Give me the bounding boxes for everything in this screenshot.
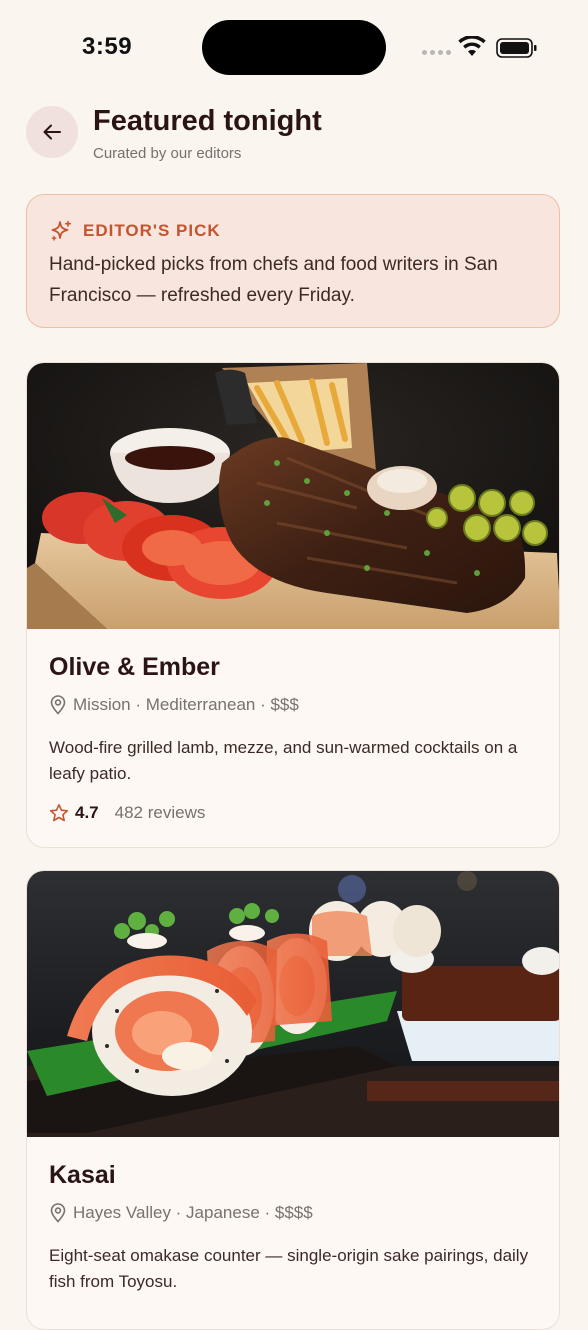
page-title: Featured tonight [93, 105, 322, 137]
editors-pick-banner: EDITOR'S PICK Hand-picked picks from che… [26, 194, 560, 328]
battery-icon [496, 38, 537, 58]
restaurant-meta: Mission · Mediterranean · $$$ [49, 695, 299, 715]
wifi-icon [458, 36, 486, 56]
banner-label-row: EDITOR'S PICK [49, 219, 221, 243]
map-pin-icon [50, 1203, 66, 1223]
restaurant-meta: Hayes Valley · Japanese · $$$$ [49, 1203, 313, 1223]
restaurant-card[interactable]: Kasai Hayes Valley · Japanese · $$$$ Eig… [26, 870, 560, 1330]
restaurant-photo [27, 363, 559, 629]
back-button[interactable] [26, 106, 78, 158]
review-count: 482 reviews [114, 803, 206, 822]
sparkle-icon [51, 220, 71, 241]
banner-label: EDITOR'S PICK [83, 221, 221, 240]
cellular-signal-icon [422, 50, 451, 55]
page-header: Featured tonight Curated by our editors [0, 100, 588, 170]
status-icons [420, 36, 540, 60]
restaurant-rating: 4.7 482 reviews [49, 803, 205, 823]
restaurant-meta-text: Hayes Valley · Japanese · $$$$ [73, 1203, 313, 1222]
status-time: 3:59 [82, 33, 133, 60]
restaurant-photo [27, 871, 559, 1137]
page-subtitle: Curated by our editors [93, 145, 242, 162]
rating-value: 4.7 [75, 803, 99, 822]
restaurant-description: Eight-seat omakase counter — single-orig… [49, 1246, 529, 1291]
restaurant-card[interactable]: Olive & Ember Mission · Mediterranean · … [26, 362, 560, 848]
map-pin-icon [50, 695, 66, 715]
restaurant-description: Wood-fire grilled lamb, mezze, and sun-w… [49, 738, 518, 783]
dynamic-island [202, 20, 386, 75]
restaurant-meta-text: Mission · Mediterranean · $$$ [73, 695, 299, 714]
banner-text: Hand-picked picks from chefs and food wr… [49, 254, 498, 306]
star-icon [49, 804, 69, 822]
status-bar: 3:59 [0, 0, 588, 94]
restaurant-name: Kasai [49, 1161, 116, 1189]
restaurant-name: Olive & Ember [49, 653, 220, 681]
arrow-left-icon [43, 124, 61, 140]
